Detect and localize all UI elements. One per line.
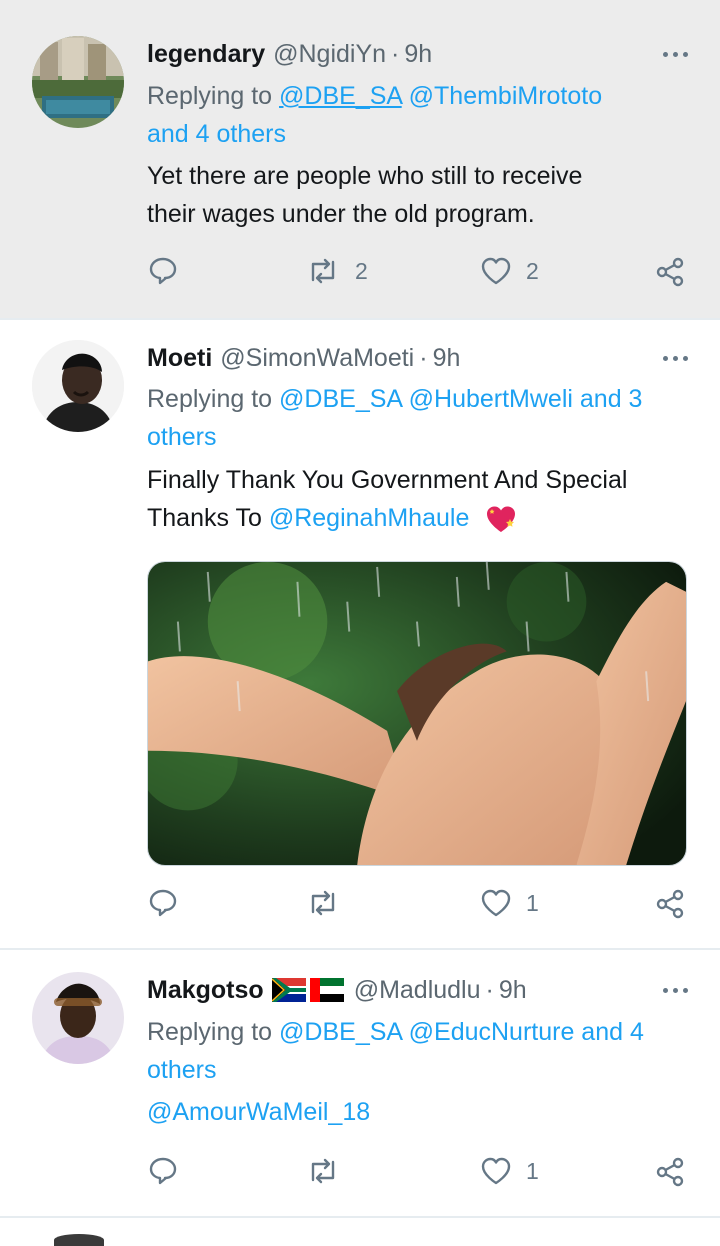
share-button[interactable] — [654, 888, 686, 920]
reply-button[interactable] — [148, 888, 178, 918]
tweet-text-line: Finally Thank You Government And Special — [147, 466, 628, 494]
retweet-button[interactable] — [305, 888, 355, 918]
others-link[interactable]: others — [147, 1051, 692, 1089]
tweet-header: legendary @NgidiYn · 9h — [147, 36, 690, 72]
separator-dot: · — [391, 39, 400, 68]
reply-button[interactable] — [148, 256, 178, 286]
separator-dot: · — [485, 975, 494, 1004]
divider — [0, 1216, 720, 1218]
tweet-header: Makgotso @Madludlu · 9h — [147, 972, 690, 1008]
share-button[interactable] — [654, 1156, 686, 1188]
mention-link[interactable]: @DBE_SA — [279, 385, 402, 413]
share-button[interactable] — [654, 256, 686, 288]
reply-icon — [149, 257, 177, 285]
mention-link[interactable]: @EducNurture and 4 — [409, 1018, 644, 1046]
sparkling-heart-emoji — [487, 506, 516, 533]
timestamp[interactable]: 9h — [499, 976, 527, 1005]
retweet-icon — [311, 1158, 335, 1184]
mention-link[interactable]: @ThembiMrototo — [409, 82, 603, 110]
tweet-text: Yet there are people who still to receiv… — [147, 157, 692, 233]
mention-link[interactable]: @ReginahMhaule — [269, 504, 470, 532]
retweet-icon — [311, 890, 335, 916]
display-name[interactable]: Moeti — [147, 344, 212, 373]
tweet-media-image[interactable] — [147, 561, 687, 866]
mention-link[interactable]: @DBE_SA — [279, 82, 402, 110]
like-count: 1 — [526, 889, 539, 916]
replying-prefix: Replying to — [147, 82, 273, 110]
others-link[interactable]: others — [147, 418, 692, 456]
tweet-text-line: Thanks To @ReginahMhaule — [147, 499, 692, 537]
reply-icon — [149, 889, 177, 917]
display-name[interactable]: legendary — [147, 40, 265, 69]
replying-prefix: Replying to — [147, 1018, 273, 1046]
reply-button[interactable] — [148, 1156, 178, 1186]
mention-link[interactable]: @DBE_SA — [279, 1018, 402, 1046]
others-link[interactable]: and 4 others — [147, 115, 692, 153]
display-name[interactable]: Makgotso — [147, 976, 264, 1005]
reply-icon — [149, 1157, 177, 1185]
retweet-count: 2 — [355, 257, 368, 284]
south-africa-flag — [271, 978, 306, 1002]
user-handle[interactable]: @Madludlu — [354, 976, 481, 1005]
heart-icon — [481, 1157, 511, 1185]
timestamp[interactable]: 9h — [404, 40, 432, 69]
retweet-button[interactable]: 2 — [305, 256, 368, 286]
separator-dot: · — [419, 343, 428, 372]
heart-icon — [481, 889, 511, 917]
share-icon — [656, 257, 684, 287]
retweet-button[interactable] — [305, 1156, 355, 1186]
share-icon — [656, 889, 684, 919]
avatar[interactable] — [32, 340, 124, 432]
user-handle[interactable]: @NgidiYn — [273, 40, 386, 69]
user-handle[interactable]: @SimonWaMoeti — [220, 344, 414, 373]
like-button[interactable]: 2 — [480, 256, 539, 286]
like-count: 2 — [526, 257, 539, 284]
flag-emojis — [271, 978, 344, 1002]
retweet-icon — [311, 258, 335, 284]
tweet-text-line: Yet there are people who still to receiv… — [147, 162, 583, 190]
replying-to: Replying to @DBE_SA @HubertMweli and 3 o… — [147, 380, 692, 456]
like-count: 1 — [526, 1157, 539, 1184]
tweet-actions: 1 — [0, 888, 720, 928]
like-button[interactable]: 1 — [480, 1156, 539, 1186]
tweet-actions: 1 — [0, 1156, 720, 1196]
avatar[interactable] — [32, 972, 124, 1064]
tweet-text: Finally Thank You Government And Special… — [147, 461, 692, 537]
tweet-actions: 2 2 — [0, 256, 720, 296]
more-icon[interactable] — [663, 988, 688, 993]
replying-to: Replying to @DBE_SA @EducNurture and 4 o… — [147, 1013, 692, 1089]
timestamp[interactable]: 9h — [433, 344, 461, 373]
next-tweet-avatar-peek — [54, 1234, 104, 1246]
tweet-text-fragment: Thanks To — [147, 504, 262, 532]
replying-prefix: Replying to — [147, 385, 273, 413]
replying-to: Replying to @DBE_SA @ThembiMrototo and 4… — [147, 77, 692, 153]
more-icon[interactable] — [663, 52, 688, 57]
tweet-text-line: their wages under the old program. — [147, 200, 535, 228]
uae-flag — [309, 978, 344, 1002]
avatar[interactable] — [32, 36, 124, 128]
more-icon[interactable] — [663, 356, 688, 361]
heart-icon — [481, 257, 511, 285]
mention-link[interactable]: @AmourWaMeil_18 — [147, 1093, 692, 1131]
mention-link[interactable]: @HubertMweli and 3 — [409, 385, 643, 413]
tweet-card[interactable]: Moeti @SimonWaMoeti · 9h Replying to @DB… — [0, 320, 720, 948]
tweet-card[interactable]: legendary @NgidiYn · 9h Replying to @DBE… — [0, 0, 720, 318]
like-button[interactable]: 1 — [480, 888, 539, 918]
tweet-text: @AmourWaMeil_18 — [147, 1093, 692, 1131]
share-icon — [656, 1157, 684, 1187]
tweet-header: Moeti @SimonWaMoeti · 9h — [147, 340, 690, 376]
tweet-card[interactable]: Makgotso @Madludlu · 9h Replying to @DBE… — [0, 950, 720, 1216]
